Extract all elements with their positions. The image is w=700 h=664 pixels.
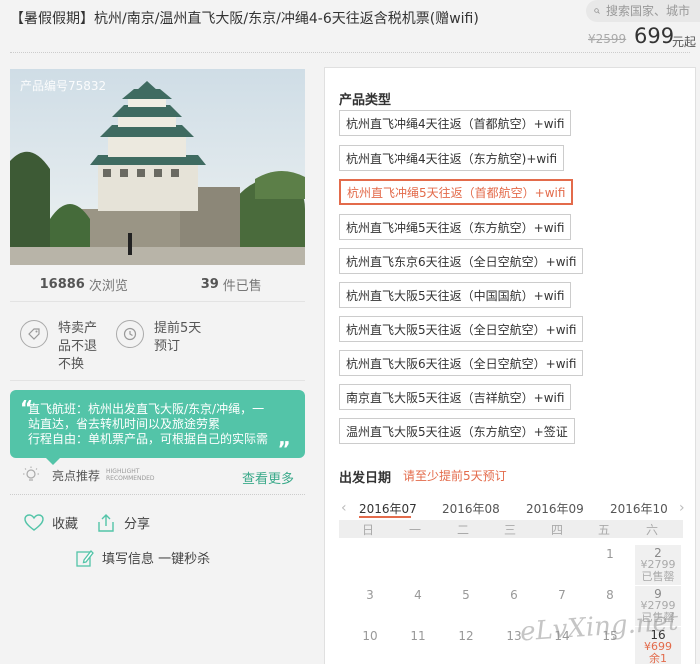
product-type-label: 产品类型 [339,93,392,108]
weekday: 四 [550,523,563,537]
weekday: 二 [456,523,469,537]
month-tab[interactable]: 2016年10 [610,500,668,517]
calendar-day[interactable]: 5 [456,588,476,602]
next-month-icon[interactable]: › [679,500,685,516]
calendar-day[interactable]: 10 [360,629,380,643]
calendar-day[interactable]: 8 [600,588,620,602]
day-status: 已售罄 [641,570,675,583]
recommend-en-line: HIGHLIGHT [106,468,140,475]
recommend-en-line: RECOMMENDED [106,475,155,482]
product-photo[interactable]: 产品编号75832 [10,69,305,265]
share-icon [98,513,114,532]
highlight-pointer [46,458,60,465]
sale-price: 699 [634,24,675,48]
product-type-option[interactable]: 杭州直飞东京6天往返（全日空航空）+wifi [339,248,584,274]
feature-text: 提前5天 [154,321,202,336]
search-input[interactable] [606,4,700,18]
calendar-day[interactable]: 12 [456,629,476,643]
recommend-title: 亮点推荐 [52,468,101,483]
product-type-option[interactable]: 温州直飞大阪5天往返（东方航空）+签证 [339,418,575,444]
sold-count: 39 [200,276,219,292]
highlight-box: “ 直飞航班：杭州出发直飞大阪/东京/冲绳，一 站直达，省去转机时间以及旅途劳累… [10,390,305,458]
calendar-day[interactable]: 4 [408,588,428,602]
product-type-option[interactable]: 杭州直飞大阪5天往返（中国国航）+wifi [339,282,572,308]
lightbulb-icon [23,466,39,481]
tag-icon [20,320,48,348]
castle-image [10,69,305,265]
highlight-line: 直飞航班：杭州出发直飞大阪/东京/冲绳，一 [28,402,265,416]
recommend-en: HIGHLIGHT RECOMMENDED [106,468,155,482]
views-stat: 16886 次浏览 [10,268,158,300]
day-status: 余1 [649,652,667,664]
search-icon [594,8,600,14]
sold-stat: 39 件已售 [158,268,306,300]
product-type-option[interactable]: 杭州直飞大阪6天往返（全日空航空）+wifi [339,350,584,376]
highlight-line: 行程自由：单机票产品，可根据自己的实际需 [28,432,269,446]
page-title: 【暑假假期】杭州/南京/温州直飞大阪/东京/冲绳4-6天往返含税机票(赠wifi… [10,11,479,27]
month-tab-active[interactable]: 2016年07 [359,500,417,517]
feature-book-ahead: 提前5天 预订 [116,320,201,356]
divider [10,494,305,495]
highlight-line: 站直达，省去转机时间以及旅途劳累 [28,417,221,431]
feature-text: 不换 [58,357,85,372]
departure-date-label: 出发日期 [339,471,392,486]
product-type-option-selected[interactable]: 杭州直飞冲绳5天往返（首都航空）+wifi [339,179,574,205]
fill-info-button[interactable]: 填写信息 一键秒杀 [76,548,210,567]
weekday: 日 [361,523,374,537]
booking-hint: 请至少提前5天预订 [403,469,507,483]
favorite-label: 收藏 [52,517,79,532]
weekday: 六 [645,523,658,537]
header-divider [10,52,690,53]
quote-open-icon: “ [20,396,34,420]
divider [10,380,305,381]
clock-icon [116,320,144,348]
booking-panel: 产品类型 杭州直飞冲绳4天往返（首都航空）+wifi 杭州直飞冲绳4天往返（东方… [324,67,696,664]
calendar-day[interactable]: 6 [504,588,524,602]
price-unit: 元起 [672,35,697,49]
product-type-option[interactable]: 南京直飞大阪5天往返（吉祥航空）+wifi [339,384,572,410]
edit-icon [76,549,94,567]
weekday: 五 [597,523,610,537]
calendar-day[interactable]: 7 [552,588,572,602]
prev-month-icon[interactable]: ‹ [341,500,347,516]
product-type-option[interactable]: 杭州直飞大阪5天往返（全日空航空）+wifi [339,316,584,342]
heart-icon [24,513,44,531]
product-stats: 16886 次浏览 39 件已售 [10,268,305,300]
product-id: 产品编号75832 [20,79,107,93]
view-more-link[interactable]: 查看更多 [242,468,294,487]
favorite-button[interactable]: 收藏 [24,513,78,532]
recommend-label: 亮点推荐 HIGHLIGHT RECOMMENDED [22,466,155,484]
active-month-underline [359,516,411,518]
calendar-day[interactable]: 11 [408,629,428,643]
month-tab[interactable]: 2016年08 [442,500,500,517]
weekday: 一 [408,523,421,537]
quote-close-icon: „ [277,426,291,450]
month-tab[interactable]: 2016年09 [526,500,584,517]
feature-text: 预订 [154,339,181,354]
calendar-day-soldout: 2 ¥2799 已售罄 [635,545,681,585]
divider [10,301,305,302]
original-price: ¥2599 [588,32,627,46]
share-label: 分享 [124,517,151,532]
product-type-option[interactable]: 杭州直飞冲绳4天往返（东方航空)+wifi [339,145,565,171]
feature-text: 特卖产 [58,321,98,336]
product-type-option[interactable]: 杭州直飞冲绳5天往返（东方航空）+wifi [339,214,572,240]
feature-text: 品不退 [58,339,98,354]
feature-no-refund: 特卖产 品不退 不换 [20,320,97,374]
views-label: 次浏览 [88,278,128,294]
sold-label: 件已售 [222,278,262,294]
views-count: 16886 [39,276,85,292]
search-box[interactable] [586,0,700,22]
share-button[interactable]: 分享 [96,513,150,532]
product-type-option[interactable]: 杭州直飞冲绳4天往返（首都航空）+wifi [339,110,572,136]
weekday: 三 [503,523,516,537]
calendar-day[interactable]: 3 [360,588,380,602]
calendar-day[interactable]: 1 [600,547,620,561]
fill-info-label: 填写信息 一键秒杀 [102,552,211,567]
